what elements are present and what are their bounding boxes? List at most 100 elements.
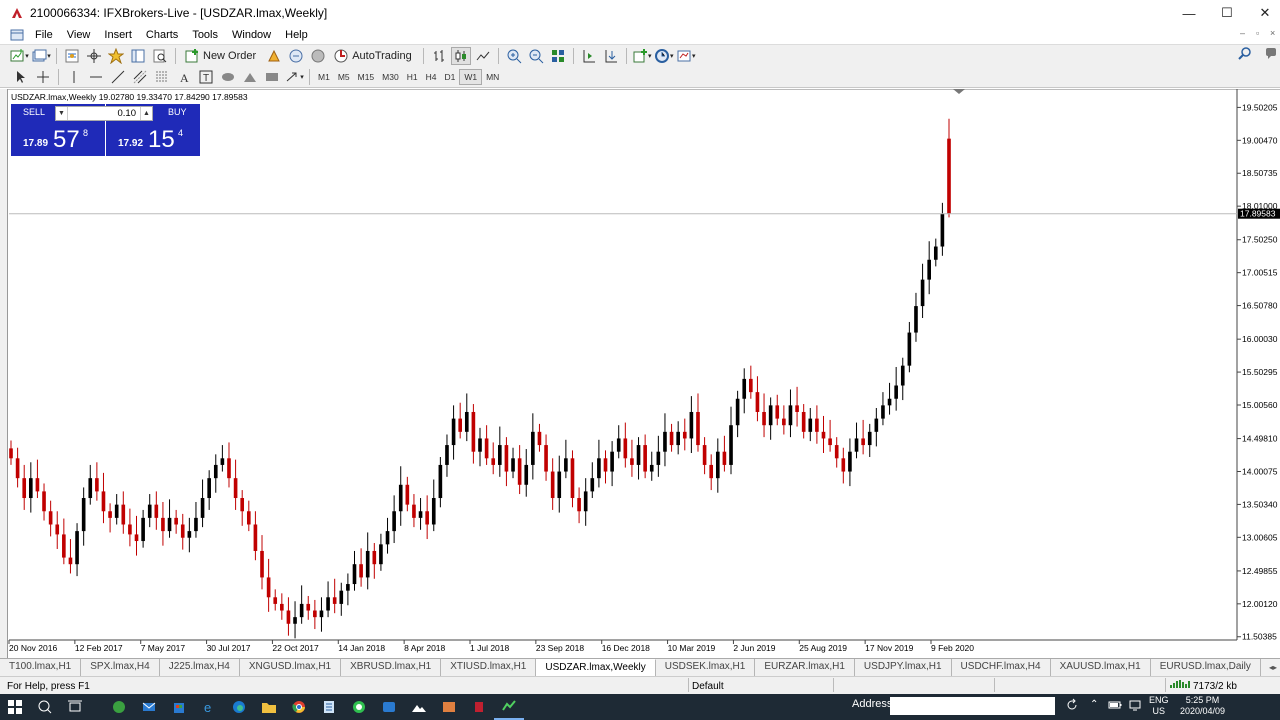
network-icon[interactable]	[1128, 699, 1142, 711]
language-indicator[interactable]: ENG US	[1149, 695, 1169, 717]
text-label-button[interactable]: T	[196, 68, 216, 86]
trendline-button[interactable]	[108, 68, 128, 86]
signals-button[interactable]	[286, 47, 306, 65]
tile-windows-button[interactable]	[548, 47, 568, 65]
menu-help[interactable]: Help	[278, 29, 315, 41]
chart-tab[interactable]: USDSEK.lmax,H1	[656, 659, 756, 676]
taskbar-app-whatsapp[interactable]	[344, 694, 374, 720]
indicators-button[interactable]: ▾	[632, 47, 652, 65]
chart-tab[interactable]: XBRUSD.lmax,H1	[341, 659, 442, 676]
volume-increase-button[interactable]: ▲	[140, 107, 152, 120]
chat-icon[interactable]	[1264, 46, 1278, 60]
chart-tab[interactable]: EURUSD.lmax,Daily	[1151, 659, 1261, 676]
crosshair-button[interactable]	[33, 68, 53, 86]
taskbar-app-photos[interactable]	[404, 694, 434, 720]
timeframe-m5[interactable]: M5	[334, 69, 354, 85]
volume-input[interactable]: 0.10	[68, 108, 140, 119]
data-window-button[interactable]	[84, 47, 104, 65]
price-chart[interactable]: 19.5020519.0047018.5073518.0100017.50250…	[0, 89, 1280, 658]
periods-button[interactable]: ▾	[654, 47, 674, 65]
navigator-button[interactable]	[106, 47, 126, 65]
taskbar-app-notepad[interactable]	[314, 694, 344, 720]
channel-button[interactable]	[130, 68, 150, 86]
timeframe-m30[interactable]: M30	[378, 69, 403, 85]
profiles-button[interactable]: ▾	[31, 47, 51, 65]
taskbar-app-edge[interactable]: e	[194, 694, 224, 720]
chart-tab[interactable]: XAUUSD.lmax,H1	[1051, 659, 1151, 676]
chart-tab[interactable]: USDCHF.lmax,H4	[952, 659, 1051, 676]
strategy-tester-button[interactable]	[150, 47, 170, 65]
timeframe-w1[interactable]: W1	[459, 68, 483, 85]
menu-tools[interactable]: Tools	[185, 29, 225, 41]
menu-insert[interactable]: Insert	[97, 29, 139, 41]
market-watch-button[interactable]	[62, 47, 82, 65]
metaeditor-button[interactable]	[264, 47, 284, 65]
taskbar-app-mail[interactable]	[134, 694, 164, 720]
search-icon[interactable]	[1238, 46, 1252, 60]
timeframe-m15[interactable]: M15	[354, 69, 379, 85]
arrows-button[interactable]: ▾	[284, 68, 304, 86]
close-button[interactable]: ✕	[1242, 0, 1280, 26]
menu-charts[interactable]: Charts	[139, 29, 185, 41]
timeframe-m1[interactable]: M1	[314, 69, 334, 85]
rectangle-button[interactable]	[262, 68, 282, 86]
address-input[interactable]	[890, 697, 1055, 715]
mdi-close-button[interactable]: ×	[1270, 28, 1275, 38]
refresh-icon[interactable]	[1065, 698, 1079, 712]
chart-shift-button[interactable]	[579, 47, 599, 65]
candlestick-button[interactable]	[450, 46, 471, 65]
zoom-out-button[interactable]	[526, 47, 546, 65]
new-order-button[interactable]: New Order	[181, 47, 262, 65]
vertical-line-button[interactable]	[64, 68, 84, 86]
text-button[interactable]: A	[174, 68, 194, 86]
line-chart-button[interactable]	[473, 47, 493, 65]
horizontal-line-button[interactable]	[86, 68, 106, 86]
market-button[interactable]	[308, 47, 328, 65]
timeframe-d1[interactable]: D1	[440, 69, 459, 85]
taskbar-app-chrome[interactable]	[284, 694, 314, 720]
taskbar-clock[interactable]: 5:25 PM 2020/04/09	[1180, 695, 1225, 717]
taskbar-app-edge-new[interactable]	[224, 694, 254, 720]
chart-tab[interactable]: J225.lmax,H4	[160, 659, 240, 676]
menu-window[interactable]: Window	[225, 29, 278, 41]
zoom-in-button[interactable]	[504, 47, 524, 65]
ellipse-button[interactable]	[218, 68, 238, 86]
taskbar-app-recorder[interactable]	[464, 694, 494, 720]
terminal-button[interactable]	[128, 47, 148, 65]
chart-tab[interactable]: XNGUSD.lmax,H1	[240, 659, 342, 676]
bar-chart-button[interactable]	[429, 47, 449, 65]
search-taskbar-button[interactable]	[30, 694, 60, 720]
timeframe-h4[interactable]: H4	[422, 69, 441, 85]
chart-tab[interactable]: EURZAR.lmax,H1	[755, 659, 855, 676]
new-chart-button[interactable]: ▾	[9, 47, 29, 65]
chart-tab[interactable]: T100.lmax,H1	[0, 659, 82, 676]
tray-chevron-icon[interactable]: ⌃	[1090, 699, 1098, 710]
autotrading-button[interactable]: AutoTrading	[330, 47, 418, 65]
fibonacci-button[interactable]	[152, 68, 172, 86]
mdi-minimize-button[interactable]: –	[1240, 28, 1245, 38]
taskbar-app-media[interactable]	[434, 694, 464, 720]
timeframe-mn[interactable]: MN	[482, 69, 503, 85]
triangle-button[interactable]	[240, 68, 260, 86]
taskbar-app-metatrader[interactable]	[494, 694, 524, 720]
menu-file[interactable]: File	[28, 29, 60, 41]
menu-view[interactable]: View	[60, 29, 98, 41]
timeframe-h1[interactable]: H1	[403, 69, 422, 85]
chart-tab[interactable]: XTIUSD.lmax,H1	[441, 659, 537, 676]
taskbar-app-green[interactable]	[104, 694, 134, 720]
volume-decrease-button[interactable]: ▼	[56, 107, 68, 120]
battery-icon[interactable]	[1108, 699, 1122, 711]
chart-tab[interactable]: SPX.lmax,H4	[81, 659, 160, 676]
taskbar-app-store[interactable]	[164, 694, 194, 720]
cursor-button[interactable]	[11, 68, 31, 86]
mdi-restore-button[interactable]: ▫	[1256, 28, 1259, 38]
autoscroll-button[interactable]	[601, 47, 621, 65]
taskbar-app-explorer[interactable]	[254, 694, 284, 720]
chart-tab[interactable]: USDZAR.lmax,Weekly	[536, 659, 656, 676]
templates-button[interactable]: ▾	[676, 47, 696, 65]
start-button[interactable]	[0, 694, 30, 720]
taskbar-app-video[interactable]	[374, 694, 404, 720]
tab-scroll-arrows[interactable]: ◂▸	[1266, 659, 1280, 675]
task-view-button[interactable]	[60, 694, 90, 720]
chart-tab[interactable]: USDJPY.lmax,H1	[855, 659, 952, 676]
